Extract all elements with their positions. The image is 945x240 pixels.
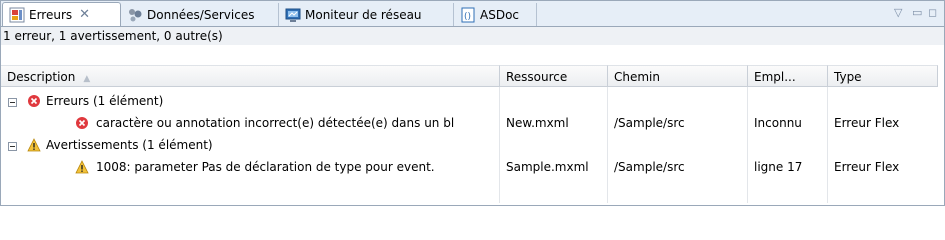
row-type: Erreur Flex <box>834 160 900 174</box>
column-header-emplacement[interactable]: Empl... <box>748 65 828 87</box>
network-monitor-icon <box>285 7 301 23</box>
maximize-icon[interactable]: ◻ <box>928 6 937 19</box>
row-description: Avertissements (1 élément) <box>46 138 213 152</box>
column-divider <box>747 87 748 203</box>
row-description: caractère ou annotation incorrect(e) dét… <box>96 116 455 130</box>
tab-label: Données/Services <box>147 7 255 22</box>
tab-asdoc[interactable]: () ASDoc <box>454 3 537 26</box>
sort-ascending-icon: ▲ <box>83 74 91 84</box>
tab-label: Erreurs <box>29 7 73 22</box>
row-resource: New.mxml <box>506 116 569 130</box>
svg-text:(): () <box>464 12 471 22</box>
tab-moniteur-reseau[interactable]: Moniteur de réseau <box>279 3 454 26</box>
row-path: /Sample/src <box>614 116 685 130</box>
error-icon <box>28 95 40 107</box>
row-resource: Sample.mxml <box>506 160 589 174</box>
problems-icon <box>9 7 25 23</box>
data-services-icon <box>127 7 143 23</box>
column-header-chemin[interactable]: Chemin <box>608 65 748 87</box>
column-divider <box>499 87 500 203</box>
column-divider <box>607 87 608 203</box>
collapse-icon[interactable] <box>8 142 17 151</box>
row-location: Inconnu <box>754 116 802 130</box>
tab-donnees-services[interactable]: Données/Services <box>121 3 279 26</box>
problems-summary: 1 erreur, 1 avertissement, 0 autre(s) <box>1 27 944 45</box>
collapse-icon[interactable] <box>8 98 17 107</box>
tab-erreurs[interactable]: Erreurs ✕ <box>2 2 121 26</box>
asdoc-icon: () <box>460 7 476 23</box>
minimize-icon[interactable]: ▭ <box>912 6 922 19</box>
close-icon[interactable]: ✕ <box>79 7 90 22</box>
row-path: /Sample/src <box>614 160 685 174</box>
warning-icon <box>75 160 89 174</box>
row-description: Erreurs (1 élément) <box>46 94 164 108</box>
column-header-description[interactable]: Description ▲ <box>1 65 500 87</box>
row-location: ligne 17 <box>754 160 803 174</box>
column-header-ressource[interactable]: Ressource <box>500 65 608 87</box>
error-icon <box>76 117 88 129</box>
row-type: Erreur Flex <box>834 116 900 130</box>
row-description: 1008: parameter Pas de déclaration de ty… <box>96 160 435 174</box>
view-menu-icon[interactable]: ▽ <box>894 6 902 19</box>
warning-icon <box>27 138 41 152</box>
column-divider <box>827 87 828 203</box>
column-header-type[interactable]: Type <box>828 65 938 87</box>
tab-label: ASDoc <box>480 7 520 22</box>
view-tab-bar: Erreurs ✕ Données/Services Moniteur de r… <box>1 1 944 27</box>
tab-label: Moniteur de réseau <box>305 7 422 22</box>
problems-view: Erreurs ✕ Données/Services Moniteur de r… <box>0 0 945 206</box>
